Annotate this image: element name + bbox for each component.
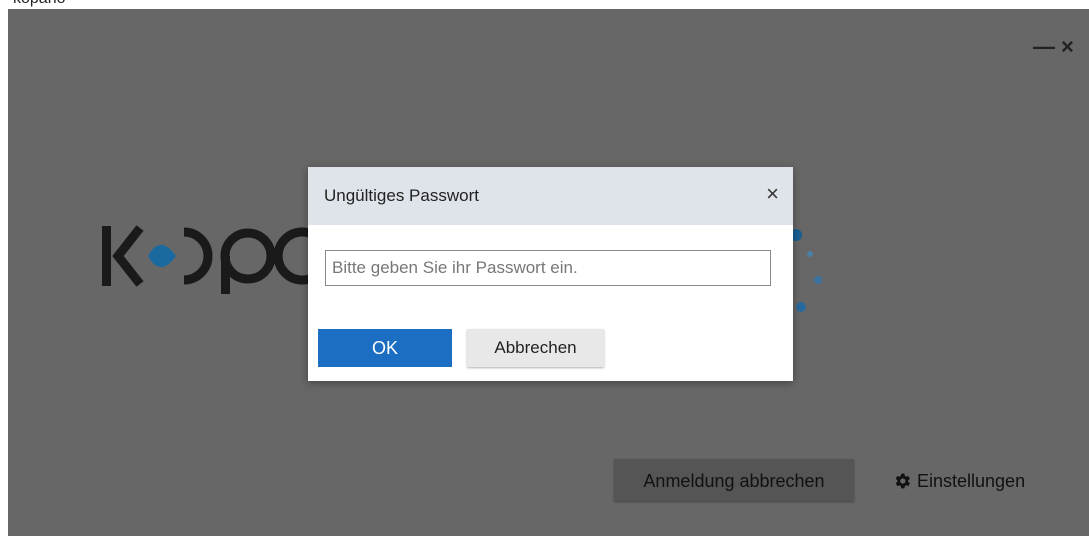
dialog-close-icon[interactable]: × (766, 183, 779, 205)
cancel-login-button[interactable]: Anmeldung abbrechen (614, 459, 854, 501)
gear-icon (895, 473, 910, 489)
dialog-header: Ungültiges Passwort × (308, 167, 793, 225)
minimize-button[interactable]: — (1033, 36, 1055, 58)
clipped-title-fragment: kopano (13, 0, 66, 8)
top-strip: kopano (0, 0, 1089, 9)
ok-button[interactable]: OK (318, 329, 452, 367)
invalid-password-dialog: Ungültiges Passwort × OK Abbrechen (308, 167, 793, 381)
kopano-logo (102, 225, 318, 294)
window-close-button[interactable]: × (1061, 36, 1074, 58)
settings-label: Einstellungen (917, 470, 1026, 491)
dialog-title: Ungültiges Passwort (324, 186, 479, 205)
settings-button[interactable]: Einstellungen (892, 469, 1025, 493)
password-input[interactable] (325, 250, 771, 286)
cancel-button[interactable]: Abbrechen (467, 329, 604, 367)
loading-spinner-icon (790, 229, 822, 312)
